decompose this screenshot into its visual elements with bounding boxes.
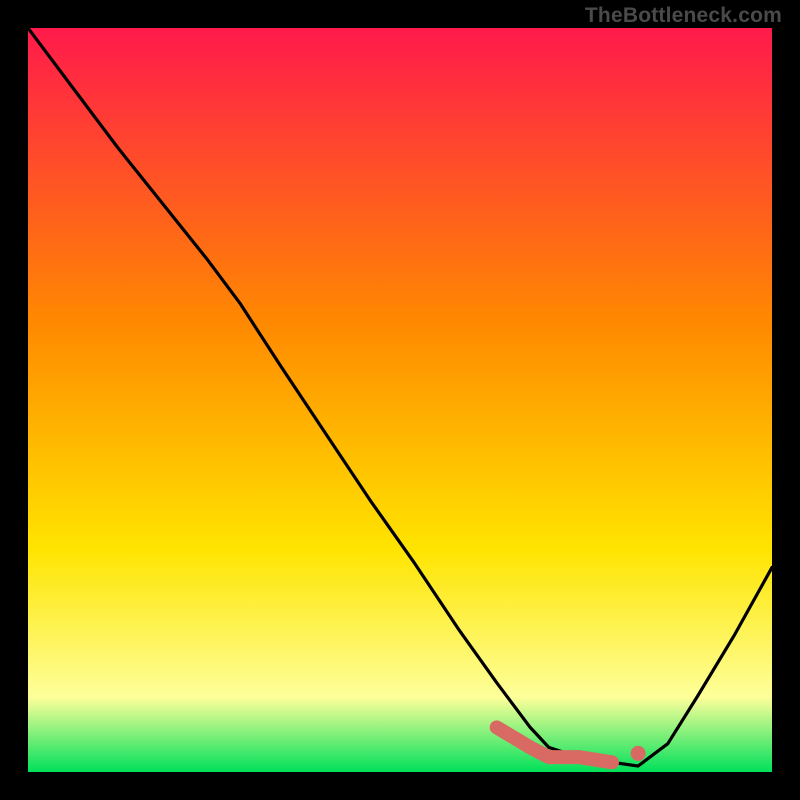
marker-dot xyxy=(631,746,646,761)
chart-area xyxy=(28,28,772,772)
credit-text: TheBottleneck.com xyxy=(585,4,782,28)
chart-svg xyxy=(28,28,772,772)
gradient-bg xyxy=(28,28,772,772)
